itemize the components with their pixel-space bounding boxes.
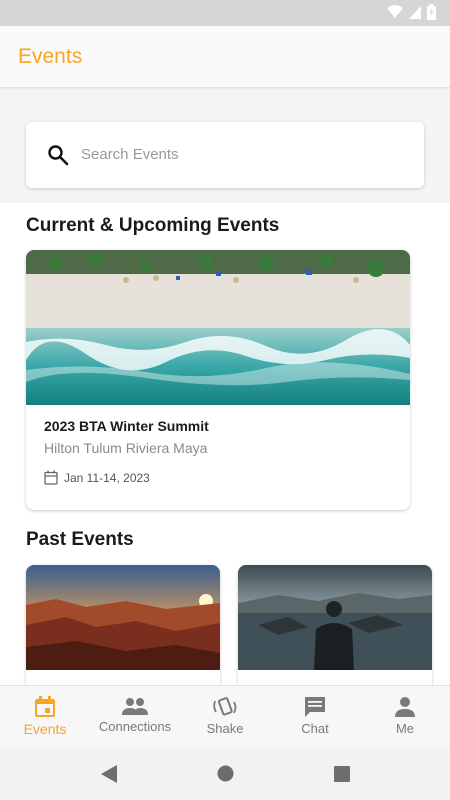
calendar-icon (35, 696, 55, 717)
current-events-heading: Current & Upcoming Events (26, 215, 280, 236)
nav-label-me: Me (395, 721, 415, 736)
page-title: Events (18, 45, 83, 68)
cell-signal-icon (409, 5, 421, 19)
search-input[interactable]: Search Events (81, 146, 179, 163)
past-event-card[interactable] (26, 565, 220, 685)
chat-icon (305, 697, 325, 717)
past-event-canyon-image (26, 565, 220, 670)
event-date-row: Jan 11-14, 2023 (44, 470, 150, 485)
wifi-icon (387, 5, 403, 18)
event-date: Jan 11-14, 2023 (64, 470, 150, 485)
event-title: 2023 BTA Winter Summit (44, 418, 209, 434)
calendar-icon (44, 470, 58, 485)
bottom-navigation: Events Connections Shake Chat Me (0, 685, 450, 747)
status-bar (0, 0, 450, 26)
event-card[interactable]: 2023 BTA Winter Summit Hilton Tulum Rivi… (26, 250, 410, 510)
nav-item-connections[interactable]: Connections (90, 686, 180, 747)
nav-item-shake[interactable]: Shake (180, 686, 270, 747)
nav-item-chat[interactable]: Chat (270, 686, 360, 747)
search-icon (48, 145, 69, 166)
battery-icon (427, 4, 436, 20)
system-navigation (0, 747, 450, 800)
past-event-lake-image (238, 565, 432, 670)
recents-icon[interactable] (333, 765, 350, 782)
person-icon (395, 697, 415, 717)
people-icon (122, 698, 148, 715)
app-bar: Events (0, 26, 450, 88)
event-location: Hilton Tulum Riviera Maya (44, 440, 208, 456)
past-event-card[interactable] (238, 565, 432, 685)
search-field[interactable]: Search Events (26, 122, 424, 188)
home-icon[interactable] (217, 765, 234, 782)
past-events-heading: Past Events (26, 529, 134, 550)
events-list[interactable]: Current & Upcoming Events 2023 BTA Winte… (0, 203, 450, 685)
nav-item-me[interactable]: Me (360, 686, 450, 747)
nav-item-events[interactable]: Events (0, 686, 90, 747)
nav-label-shake: Shake (206, 721, 244, 736)
nav-label-connections: Connections (98, 719, 172, 734)
nav-label-chat: Chat (301, 721, 329, 736)
event-beach-image (26, 250, 410, 405)
shake-phone-icon (213, 697, 237, 716)
nav-label-events: Events (23, 721, 67, 737)
status-icons (387, 4, 436, 20)
back-icon[interactable] (100, 764, 117, 783)
